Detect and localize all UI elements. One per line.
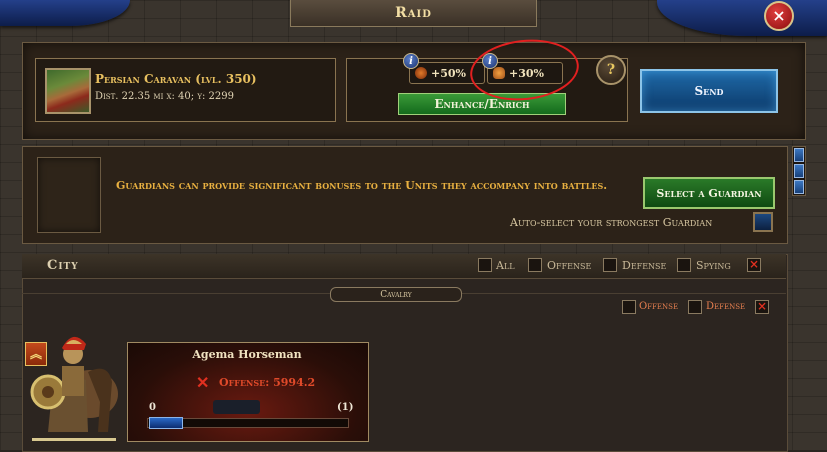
quantity-input[interactable]	[213, 400, 260, 414]
crossed-swords-icon: ✕	[196, 373, 210, 392]
unit-portrait-bar	[32, 438, 116, 441]
scroll-segment[interactable]	[794, 180, 804, 194]
sub-filter-defense-label: Defense	[706, 301, 746, 312]
offense-bonus-value: +50%	[431, 66, 466, 80]
close-button[interactable]: ×	[764, 1, 794, 31]
sub-filter-offense-checkbox[interactable]	[622, 300, 636, 314]
select-guardian-button[interactable]: Select a Guardian	[643, 177, 775, 209]
guardian-slot[interactable]	[37, 157, 101, 233]
window-title: Raid	[395, 5, 432, 21]
scroll-control[interactable]	[792, 146, 806, 196]
helmet-icon	[415, 67, 427, 79]
clear-sub-filters-x-icon[interactable]: ×	[755, 300, 769, 314]
title-bar: Raid	[290, 0, 537, 27]
info-icon[interactable]: i	[403, 53, 419, 69]
autoselect-guardian-label: Auto-select your strongest Guardian	[510, 216, 713, 229]
quantity-slider-handle[interactable]	[149, 417, 183, 429]
filter-offense-checkbox[interactable]	[528, 258, 542, 272]
guardian-description: Guardians can provide significant bonuse…	[116, 179, 608, 192]
agema-horseman-portrait[interactable]	[28, 322, 120, 438]
unit-name: Agema Horseman	[192, 348, 302, 361]
sub-filter-defense-checkbox[interactable]	[688, 300, 702, 314]
cavalry-category-tab[interactable]: Cavalry	[330, 287, 462, 302]
filter-all-checkbox[interactable]	[478, 258, 492, 272]
filter-spying-checkbox[interactable]	[677, 258, 691, 272]
clear-filters-x-icon[interactable]: ×	[747, 258, 761, 272]
filter-defense-label: Defense	[622, 259, 667, 272]
send-button[interactable]: Send	[640, 69, 778, 113]
filter-all-label: All	[496, 259, 515, 272]
sub-filter-offense-label: Offense	[639, 301, 679, 312]
filter-offense-label: Offense	[547, 259, 592, 272]
city-title: City	[47, 258, 79, 273]
city-header	[22, 254, 786, 279]
autoselect-guardian-checkbox[interactable]	[753, 212, 773, 232]
scroll-segment[interactable]	[794, 148, 804, 162]
scroll-segment[interactable]	[794, 164, 804, 178]
target-name: Persian Caravan (lvl. 350)	[95, 72, 257, 86]
target-thumbnail[interactable]	[45, 68, 91, 114]
filter-defense-checkbox[interactable]	[603, 258, 617, 272]
unit-offense-value: Offense: 5994.2	[219, 376, 316, 389]
filter-spying-label: Spying	[696, 259, 731, 272]
close-icon: ×	[772, 6, 786, 25]
help-button[interactable]: ?	[596, 55, 626, 85]
quantity-max[interactable]: (1)	[337, 402, 353, 413]
rank-chevron-icon: ︽	[25, 342, 47, 366]
quantity-min: 0	[149, 402, 156, 413]
target-distance-coords: Dist. 22.35 mi x: 40; y: 2299	[95, 91, 234, 102]
